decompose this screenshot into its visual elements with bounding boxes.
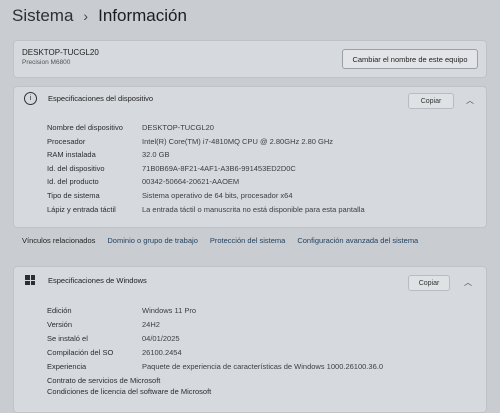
link-license-terms[interactable]: Condiciones de licencia del software de …: [47, 387, 211, 398]
chevron-up-icon[interactable]: ︿: [464, 277, 472, 288]
spec-row: Id. del producto 00342-50664-20621-AAOEM: [47, 177, 365, 191]
windows-specs-card: Especificaciones de Windows Copiar ︿ Edi…: [13, 266, 487, 413]
spec-key: Versión: [47, 320, 73, 329]
spec-row: Se instaló el 04/01/2025: [47, 334, 383, 348]
spec-key: Procesador: [47, 136, 86, 146]
link-system-protection[interactable]: Protección del sistema: [210, 236, 285, 245]
spec-value: Paquete de experiencia de característica…: [142, 362, 383, 371]
spec-value: Intel(R) Core(TM) i7-4810MQ CPU @ 2.80GH…: [142, 136, 333, 146]
spec-key: Id. del dispositivo: [47, 163, 105, 173]
spec-key: Id. del producto: [47, 177, 99, 187]
windows-legal-links: Contrato de servicios de Microsoft Condi…: [47, 376, 211, 398]
spec-key: Lápiz y entrada táctil: [47, 204, 116, 214]
link-services-agreement[interactable]: Contrato de servicios de Microsoft: [47, 376, 211, 387]
spec-value: 26100.2454: [142, 348, 182, 357]
device-specs-title[interactable]: Especificaciones del dispositivo: [48, 94, 153, 103]
related-links: Vínculos relacionados Dominio o grupo de…: [22, 236, 418, 245]
spec-row: Versión 24H2: [47, 320, 383, 334]
breadcrumb-sistema[interactable]: Sistema: [12, 6, 73, 26]
spec-value: 00342-50664-20621-AAOEM: [142, 177, 240, 187]
spec-value: 71B0B69A-8F21-4AF1-A3B6-991453ED2D0C: [142, 163, 296, 173]
spec-value: DESKTOP-TUCGL20: [142, 123, 214, 132]
page-title: Información: [98, 6, 187, 25]
device-model: Precision M6800: [22, 59, 71, 66]
info-icon: i: [24, 92, 37, 105]
spec-row: Compilación del SO 26100.2454: [47, 348, 383, 362]
copy-device-specs-button[interactable]: Copiar: [408, 93, 454, 109]
spec-key: Experiencia: [47, 362, 87, 371]
spec-value: Windows 11 Pro: [142, 306, 197, 315]
windows-specs-title[interactable]: Especificaciones de Windows: [48, 276, 147, 285]
spec-key: Tipo de sistema: [47, 190, 100, 200]
related-links-label: Vínculos relacionados: [22, 236, 96, 245]
device-card: DESKTOP-TUCGL20 Precision M6800 Cambiar …: [13, 40, 487, 78]
spec-key: Compilación del SO: [47, 348, 114, 357]
windows-logo-icon: [25, 275, 35, 285]
spec-key: Se instaló el: [47, 334, 88, 343]
link-advanced-settings[interactable]: Configuración avanzada del sistema: [297, 236, 418, 245]
spec-key: Nombre del dispositivo: [47, 123, 123, 132]
spec-row: Edición Windows 11 Pro: [47, 306, 383, 320]
device-name: DESKTOP-TUCGL20: [22, 48, 99, 57]
link-domain-workgroup[interactable]: Dominio o grupo de trabajo: [107, 236, 197, 245]
spec-value: 24H2: [142, 320, 160, 329]
spec-row: Procesador Intel(R) Core(TM) i7-4810MQ CP…: [47, 137, 365, 151]
spec-key: RAM instalada: [47, 150, 96, 160]
device-specs-list: Nombre del dispositivo DESKTOP-TUCGL20 Pr…: [47, 123, 365, 218]
spec-key: Edición: [47, 306, 72, 315]
spec-row: Id. del dispositivo 71B0B69A-8F21-4AF1-A3…: [47, 164, 365, 178]
spec-value: 04/01/2025: [142, 334, 180, 343]
spec-value: 32.0 GB: [142, 150, 170, 160]
spec-row: Lápiz y entrada táctil La entrada táctil …: [47, 205, 365, 219]
spec-value: Sistema operativo de 64 bits, procesador…: [142, 190, 293, 200]
chevron-up-icon[interactable]: ︿: [466, 95, 474, 106]
chevron-right-icon: ›: [83, 8, 89, 24]
windows-specs-list: Edición Windows 11 Pro Versión 24H2 Se ins…: [47, 306, 383, 376]
device-specs-card: i Especificaciones del dispositivo Copia…: [13, 86, 487, 228]
breadcrumb: Sistema › Información: [12, 6, 187, 26]
spec-row: RAM instalada 32.0 GB: [47, 150, 365, 164]
rename-pc-button[interactable]: Cambiar el nombre de este equipo: [342, 49, 478, 69]
spec-row: Nombre del dispositivo DESKTOP-TUCGL20: [47, 123, 365, 137]
spec-row: Tipo de sistema Sistema operativo de 64 b…: [47, 191, 365, 205]
copy-windows-specs-button[interactable]: Copiar: [408, 275, 450, 291]
spec-value: La entrada táctil o manuscrita no está d…: [142, 204, 365, 214]
spec-row: Experiencia Paquete de experiencia de car…: [47, 362, 383, 376]
